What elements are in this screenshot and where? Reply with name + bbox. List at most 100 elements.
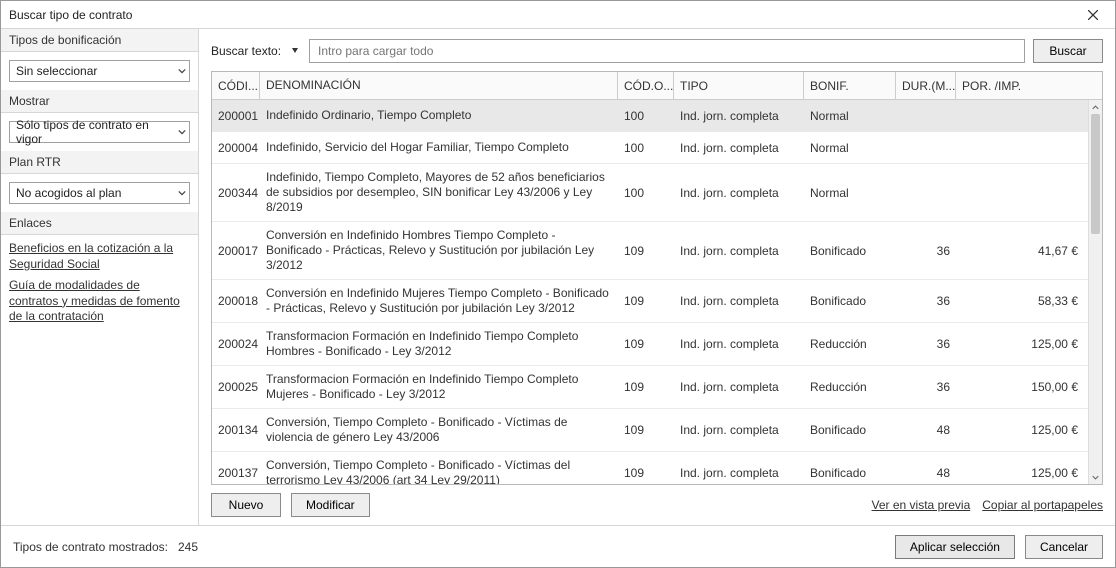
cell-por (956, 110, 1088, 122)
cell-dur (896, 142, 956, 154)
search-button[interactable]: Buscar (1033, 39, 1103, 63)
dropdown-arrow-icon[interactable] (289, 45, 301, 57)
close-button[interactable] (1077, 4, 1109, 26)
cell-por: 125,00 € (956, 417, 1088, 443)
link-beneficios[interactable]: Beneficios en la cotización a la Segurid… (9, 241, 190, 272)
cell-tipo: Ind. jorn. completa (674, 374, 804, 400)
table-row[interactable]: 200004Indefinido, Servicio del Hogar Fam… (212, 132, 1088, 164)
table-row[interactable]: 200024Transformacion Formación en Indefi… (212, 323, 1088, 366)
modificar-button[interactable]: Modificar (291, 493, 370, 517)
cell-denom: Conversión en Indefinido Mujeres Tiempo … (260, 280, 618, 322)
th-dur[interactable]: DUR.(M... (896, 72, 956, 99)
cell-tipo: Ind. jorn. completa (674, 180, 804, 206)
cell-codo: 109 (618, 238, 674, 264)
sidebar-header-planrtr: Plan RTR (1, 151, 198, 174)
table-row[interactable]: 200025Transformacion Formación en Indefi… (212, 366, 1088, 409)
scroll-thumb[interactable] (1091, 114, 1100, 234)
cell-por (956, 187, 1088, 199)
cell-codo: 100 (618, 180, 674, 206)
cell-bonif: Bonificado (804, 288, 896, 314)
cell-denom: Conversión, Tiempo Completo - Bonificado… (260, 409, 618, 451)
sidebar-header-enlaces: Enlaces (1, 212, 198, 235)
apply-button[interactable]: Aplicar selección (895, 535, 1015, 559)
bonif-select-value: Sin seleccionar (9, 60, 190, 82)
bonif-select[interactable]: Sin seleccionar (9, 60, 190, 82)
cell-codo: 109 (618, 417, 674, 443)
dialog-body: Tipos de bonificación Sin seleccionar Mo… (1, 29, 1115, 525)
cell-dur: 36 (896, 288, 956, 314)
cell-tipo: Ind. jorn. completa (674, 288, 804, 314)
preview-link[interactable]: Ver en vista previa (872, 498, 971, 512)
cell-por: 41,67 € (956, 238, 1088, 264)
planrtr-select-value: No acogidos al plan (9, 182, 190, 204)
cell-denom: Conversión en Indefinido Hombres Tiempo … (260, 222, 618, 279)
cell-bonif: Reducción (804, 331, 896, 357)
scroll-up-icon[interactable] (1089, 100, 1102, 114)
scrollbar[interactable] (1088, 100, 1102, 484)
table-row[interactable]: 200001Indefinido Ordinario, Tiempo Compl… (212, 100, 1088, 132)
cancel-button[interactable]: Cancelar (1025, 535, 1103, 559)
th-denom[interactable]: DENOMINACIÓN (260, 72, 618, 99)
cell-codo: 109 (618, 374, 674, 400)
cell-por: 125,00 € (956, 460, 1088, 484)
sidebar-header-bonif: Tipos de bonificación (1, 29, 198, 52)
cell-dur: 36 (896, 374, 956, 400)
th-codo[interactable]: CÓD.O... (618, 72, 674, 99)
cell-por: 125,00 € (956, 331, 1088, 357)
table-row[interactable]: 200018Conversión en Indefinido Mujeres T… (212, 280, 1088, 323)
cell-bonif: Normal (804, 180, 896, 206)
cell-tipo: Ind. jorn. completa (674, 135, 804, 161)
planrtr-select[interactable]: No acogidos al plan (9, 182, 190, 204)
sidebar-header-mostrar: Mostrar (1, 90, 198, 113)
cell-bonif: Bonificado (804, 417, 896, 443)
nuevo-button[interactable]: Nuevo (211, 493, 281, 517)
cell-codigo: 200017 (212, 238, 260, 264)
scroll-down-icon[interactable] (1089, 470, 1102, 484)
cell-dur: 48 (896, 417, 956, 443)
cell-dur: 48 (896, 460, 956, 484)
table-row[interactable]: 200137Conversión, Tiempo Completo - Boni… (212, 452, 1088, 484)
cell-dur: 36 (896, 331, 956, 357)
th-tipo[interactable]: TIPO (674, 72, 804, 99)
cell-codigo: 200001 (212, 103, 260, 129)
cell-bonif: Bonificado (804, 460, 896, 484)
cell-denom: Indefinido Ordinario, Tiempo Completo (260, 102, 618, 129)
table-row[interactable]: 200134Conversión, Tiempo Completo - Boni… (212, 409, 1088, 452)
sidebar: Tipos de bonificación Sin seleccionar Mo… (1, 29, 199, 525)
cell-bonif: Reducción (804, 374, 896, 400)
mostrar-select[interactable]: Sólo tipos de contrato en vigor (9, 121, 190, 143)
cell-tipo: Ind. jorn. completa (674, 103, 804, 129)
th-codigo[interactable]: CÓDI... (212, 72, 260, 99)
cell-codo: 109 (618, 460, 674, 484)
cell-tipo: Ind. jorn. completa (674, 238, 804, 264)
cell-denom: Transformacion Formación en Indefinido T… (260, 366, 618, 408)
table-row[interactable]: 200017Conversión en Indefinido Hombres T… (212, 222, 1088, 280)
table-row[interactable]: 200344Indefinido, Tiempo Completo, Mayor… (212, 164, 1088, 222)
th-por[interactable]: POR. /IMP. (956, 72, 1102, 99)
cell-denom: Conversión, Tiempo Completo - Bonificado… (260, 452, 618, 484)
cell-por: 150,00 € (956, 374, 1088, 400)
copy-link[interactable]: Copiar al portapapeles (982, 498, 1103, 512)
search-input[interactable] (309, 39, 1025, 63)
link-guia[interactable]: Guía de modalidades de contratos y medid… (9, 278, 190, 325)
search-bar: Buscar texto: Buscar (199, 29, 1115, 71)
search-label: Buscar texto: (211, 44, 281, 58)
table-header: CÓDI... DENOMINACIÓN CÓD.O... TIPO BONIF… (212, 72, 1102, 100)
table-body: 200001Indefinido Ordinario, Tiempo Compl… (212, 100, 1102, 484)
cell-codigo: 200137 (212, 460, 260, 484)
cell-dur (896, 110, 956, 122)
window-title: Buscar tipo de contrato (9, 8, 132, 22)
main-panel: Buscar texto: Buscar CÓDI... DENOMINACIÓ… (199, 29, 1115, 525)
status-label: Tipos de contrato mostrados: (13, 540, 168, 554)
scroll-track[interactable] (1089, 114, 1102, 470)
cell-por: 58,33 € (956, 288, 1088, 314)
cell-por (956, 142, 1088, 154)
th-bonif[interactable]: BONIF. (804, 72, 896, 99)
titlebar: Buscar tipo de contrato (1, 1, 1115, 29)
cell-denom: Transformacion Formación en Indefinido T… (260, 323, 618, 365)
cell-codigo: 200024 (212, 331, 260, 357)
dialog-window: Buscar tipo de contrato Tipos de bonific… (0, 0, 1116, 568)
cell-codigo: 200134 (212, 417, 260, 443)
cell-codo: 109 (618, 288, 674, 314)
cell-codigo: 200025 (212, 374, 260, 400)
